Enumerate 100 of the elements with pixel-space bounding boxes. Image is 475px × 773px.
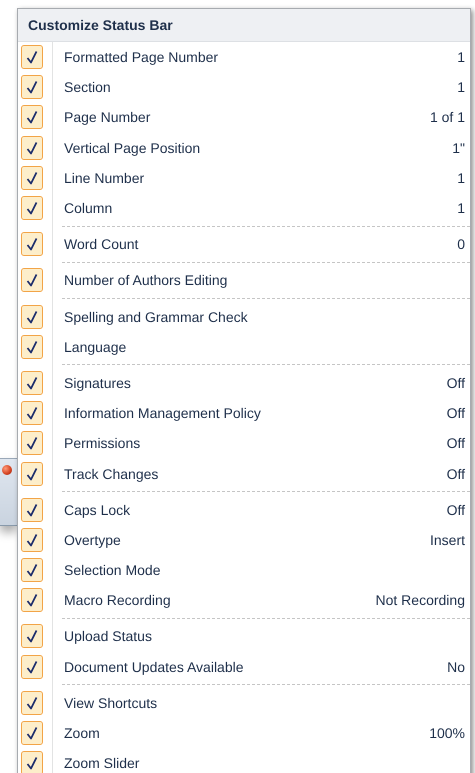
check-icon xyxy=(26,660,38,674)
menu-item[interactable]: Selection Mode xyxy=(18,555,470,586)
checkbox[interactable] xyxy=(21,370,43,395)
item-label: Section xyxy=(64,79,111,96)
checkbox[interactable] xyxy=(21,431,43,456)
item-value: 1 of 1 xyxy=(430,109,465,126)
item-label: Zoom Slider xyxy=(64,755,140,772)
checkbox[interactable] xyxy=(21,690,43,715)
menu-item[interactable]: View Shortcuts xyxy=(18,688,470,718)
checkbox[interactable] xyxy=(21,654,43,679)
item-label: View Shortcuts xyxy=(64,694,158,711)
menu-item[interactable]: Zoom 100% xyxy=(18,718,470,748)
checkbox[interactable] xyxy=(21,75,43,100)
checkbox[interactable] xyxy=(21,558,43,582)
menu-item[interactable]: Upload Status xyxy=(18,621,470,652)
checkbox[interactable] xyxy=(21,136,43,160)
checkbox[interactable] xyxy=(21,105,43,130)
menu-item[interactable]: Track Changes Off xyxy=(18,458,470,489)
check-icon xyxy=(26,140,38,155)
checkbox[interactable] xyxy=(21,588,43,612)
item-value: No xyxy=(447,658,465,675)
menu-item[interactable]: Document Updates Available No xyxy=(18,652,470,682)
menu-item[interactable]: Number of Authors Editing xyxy=(18,265,470,296)
menu-item[interactable]: Vertical Page Position 1" xyxy=(18,132,470,163)
checkbox[interactable] xyxy=(21,268,43,292)
item-value: Off xyxy=(446,374,465,391)
item-value: Not Recording xyxy=(376,592,465,608)
item-label: Word Count xyxy=(64,236,138,252)
item-label: Language xyxy=(64,338,126,355)
item-label: Caps Lock xyxy=(64,502,130,518)
check-icon xyxy=(26,237,38,252)
item-label: Page Number xyxy=(64,109,150,126)
menu-item[interactable]: Line Number 1 xyxy=(18,162,470,193)
item-value: 1 xyxy=(457,200,465,216)
item-label: Column xyxy=(64,200,112,216)
menu-item[interactable]: Zoom Slider xyxy=(18,748,470,773)
menu-item[interactable]: Information Management Policy Off xyxy=(18,398,470,428)
item-label: Permissions xyxy=(64,435,140,452)
menu-item[interactable]: Column 1 xyxy=(18,192,470,224)
menu-item[interactable]: Section 1 xyxy=(18,72,470,102)
item-label: Formatted Page Number xyxy=(64,49,218,66)
checkbox[interactable] xyxy=(21,166,43,190)
menu-item[interactable]: Caps Lock Off xyxy=(18,494,470,525)
item-label: Vertical Page Position xyxy=(64,140,200,156)
menu-item[interactable]: Language xyxy=(18,332,470,362)
item-label: Document Updates Available xyxy=(64,658,244,675)
check-icon xyxy=(26,406,38,420)
menu-item[interactable]: Word Count 0 xyxy=(18,229,470,260)
checkbox[interactable] xyxy=(21,304,43,329)
checkbox[interactable] xyxy=(21,401,43,426)
item-label: Information Management Policy xyxy=(64,405,261,422)
check-icon xyxy=(26,593,38,608)
checkbox[interactable] xyxy=(21,462,43,486)
check-icon xyxy=(26,376,38,390)
checkbox[interactable] xyxy=(21,498,43,522)
check-icon xyxy=(26,80,38,94)
item-label: Upload Status xyxy=(64,628,152,644)
menu-item[interactable]: Page Number 1 of 1 xyxy=(18,102,470,133)
item-value: 1 xyxy=(457,170,465,186)
item-value: Off xyxy=(446,435,465,452)
menu-item[interactable]: Overtype Insert xyxy=(18,524,470,555)
item-value: Off xyxy=(446,466,465,482)
check-icon xyxy=(26,110,38,124)
check-icon xyxy=(26,273,38,288)
item-label: Zoom xyxy=(64,725,100,742)
menu-title: Customize Status Bar xyxy=(18,9,470,42)
item-label: Macro Recording xyxy=(64,592,171,608)
check-icon xyxy=(26,502,38,517)
item-label: Line Number xyxy=(64,170,144,186)
item-label: Track Changes xyxy=(64,466,158,482)
item-label: Signatures xyxy=(64,374,131,391)
menu-item[interactable]: Permissions Off xyxy=(18,428,470,458)
item-label: Spelling and Grammar Check xyxy=(64,308,248,325)
menu-item[interactable]: Formatted Page Number 1 xyxy=(18,42,470,72)
checkbox[interactable] xyxy=(21,624,43,648)
item-value: Insert xyxy=(430,532,465,548)
item-label: Overtype xyxy=(64,532,121,548)
checkbox[interactable] xyxy=(21,45,43,70)
item-value: 100% xyxy=(429,725,465,742)
checkbox[interactable] xyxy=(21,196,43,220)
check-icon xyxy=(26,340,38,354)
checkbox[interactable] xyxy=(21,721,43,746)
menu-item[interactable]: Signatures Off xyxy=(18,368,470,398)
menu-item[interactable]: Macro Recording Not Recording xyxy=(18,585,470,616)
check-icon xyxy=(26,170,38,185)
menu-item[interactable]: Spelling and Grammar Check xyxy=(18,302,470,332)
item-label: Selection Mode xyxy=(64,562,161,578)
checkbox[interactable] xyxy=(21,334,43,359)
item-value: Off xyxy=(446,405,465,422)
checkbox[interactable] xyxy=(21,232,43,256)
check-icon xyxy=(26,563,38,578)
item-value: 1" xyxy=(452,140,465,156)
checkbox[interactable] xyxy=(21,528,43,552)
check-icon xyxy=(26,310,38,324)
ball-icon xyxy=(2,465,12,475)
checkbox[interactable] xyxy=(21,751,43,773)
check-icon xyxy=(26,50,38,64)
check-icon xyxy=(26,756,38,770)
check-icon xyxy=(26,436,38,450)
item-value: 1 xyxy=(457,49,465,66)
